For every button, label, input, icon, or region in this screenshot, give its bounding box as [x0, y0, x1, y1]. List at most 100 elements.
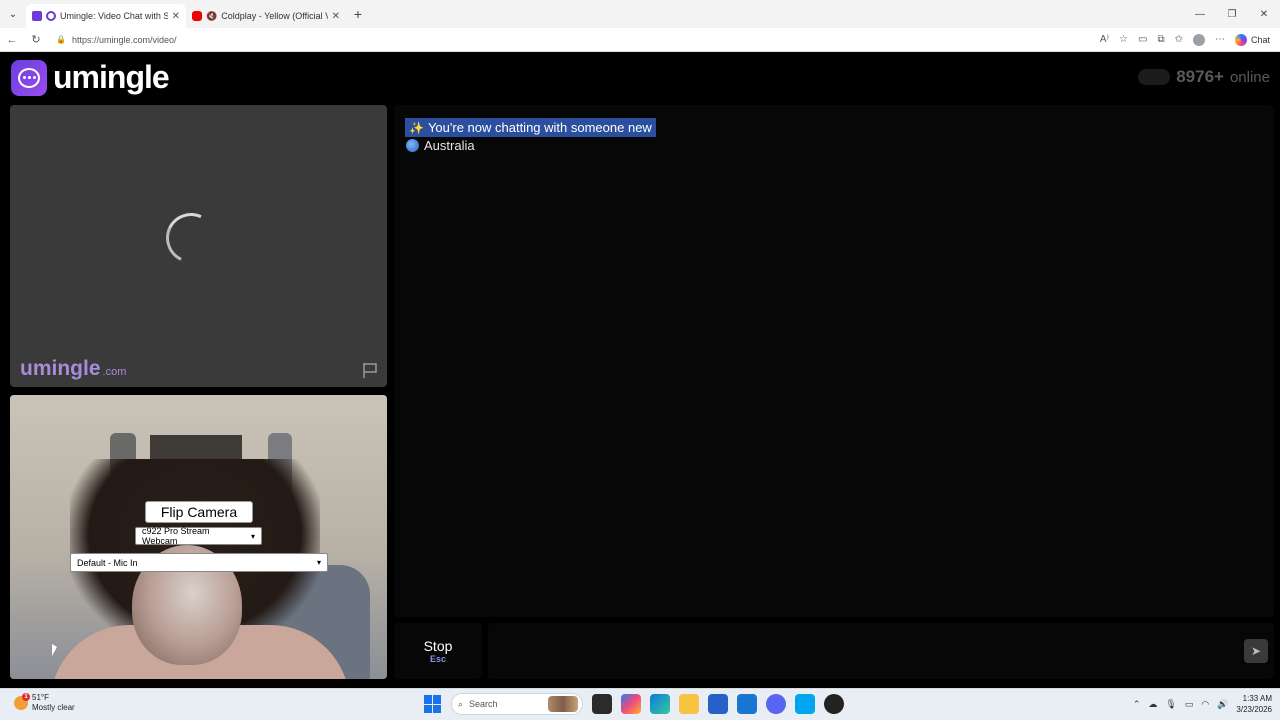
- umingle-favicon-icon: [32, 11, 42, 21]
- camera-select[interactable]: c922 Pro Stream Webcam ▾: [135, 526, 262, 546]
- weather-icon: 1: [14, 693, 30, 710]
- file-explorer-icon[interactable]: [679, 694, 699, 714]
- chat-log[interactable]: ✨ You're now chatting with someone new A…: [394, 105, 1274, 617]
- restore-icon[interactable]: ❐: [1216, 0, 1248, 28]
- wifi-icon[interactable]: ◠: [1201, 699, 1209, 710]
- brand-logo[interactable]: umingle: [11, 59, 170, 96]
- self-video-panel: Flip Camera c922 Pro Stream Webcam ▾ Def…: [10, 395, 387, 679]
- window-controls: — ❐ ✕: [1184, 0, 1280, 28]
- favorite-star-icon[interactable]: ☆: [1119, 34, 1128, 45]
- onedrive-icon[interactable]: ☁: [1148, 699, 1157, 710]
- system-tray: ⌃ ☁ 🎙 ▭ ◠ 🔊 1:33 AM 3/23/2026: [1133, 693, 1272, 715]
- copilot-label: Chat: [1250, 34, 1270, 45]
- profile-avatar[interactable]: [1192, 33, 1205, 46]
- tab-umingle[interactable]: Umingle: Video Chat with Stra ✕: [26, 4, 186, 28]
- weather-widget[interactable]: 1 51°F Mostly clear: [14, 693, 75, 713]
- tab-title: Coldplay - Yellow (Official Vid: [221, 11, 328, 21]
- muted-speaker-icon[interactable]: 🔇: [206, 11, 217, 22]
- site-info-icon[interactable]: 🔒: [56, 35, 66, 44]
- discord-icon[interactable]: [766, 694, 786, 714]
- system-message: ✨ You're now chatting with someone new: [405, 118, 656, 137]
- copilot-app-icon[interactable]: [621, 694, 641, 714]
- tab-coldplay[interactable]: 🔇 Coldplay - Yellow (Official Vid ✕: [186, 4, 346, 28]
- video-watermark: umingle .com: [20, 357, 126, 381]
- favorites-icon[interactable]: ✩: [1175, 34, 1183, 45]
- taskbar-apps: ⌕ Search: [424, 693, 844, 715]
- watermark-domain: .com: [102, 366, 127, 378]
- task-view-icon[interactable]: [592, 694, 612, 714]
- system-message-text: You're now chatting with someone new: [427, 120, 652, 135]
- send-arrow-icon[interactable]: ➤: [1244, 639, 1268, 663]
- chevron-down-icon: ▾: [316, 558, 321, 567]
- youtube-favicon-icon: [192, 11, 202, 21]
- stop-button[interactable]: Stop Esc: [394, 623, 482, 679]
- sparkles-icon: ✨: [409, 120, 424, 135]
- tab-title: Umingle: Video Chat with Stra: [60, 11, 168, 21]
- search-highlight-image: [548, 696, 578, 712]
- minimize-icon[interactable]: —: [1184, 0, 1216, 28]
- clock-time: 1:33 AM: [1242, 694, 1272, 703]
- tab-actions-chevron-icon[interactable]: ⌄: [0, 0, 26, 28]
- extensions-icon[interactable]: ⧉: [1157, 34, 1164, 45]
- copilot-chat-button[interactable]: Chat: [1234, 33, 1270, 46]
- more-menu-icon[interactable]: ⋯: [1215, 34, 1225, 45]
- umingle-page: umingle 8976+ online umingle .com Flip Ca…: [4, 53, 1278, 685]
- camera-select-value: c922 Pro Stream Webcam: [142, 526, 210, 546]
- browser-tab-bar: ⌄ Umingle: Video Chat with Stra ✕ 🔇 Cold…: [0, 0, 1280, 28]
- globe-icon: [406, 139, 419, 152]
- chat-controls: Stop Esc ➤: [394, 623, 1274, 679]
- mic-select-value: Default - Mic In: [77, 557, 138, 568]
- flip-camera-button[interactable]: Flip Camera: [145, 501, 253, 523]
- chat-bubble-logo-icon: [11, 59, 47, 96]
- display-icon[interactable]: ▭: [1185, 699, 1194, 710]
- stop-label: Stop: [423, 638, 453, 654]
- online-count: 8976+: [1176, 67, 1224, 86]
- weather-condition: Mostly clear: [32, 703, 75, 712]
- close-tab-icon[interactable]: ✕: [172, 11, 180, 22]
- location-text: Australia: [424, 138, 475, 153]
- split-screen-icon[interactable]: ▭: [1138, 34, 1147, 45]
- online-label: online: [1229, 68, 1270, 86]
- close-window-icon[interactable]: ✕: [1248, 0, 1280, 28]
- windows-start-icon[interactable]: [424, 695, 442, 713]
- close-tab-icon[interactable]: ✕: [332, 11, 340, 22]
- stranger-video-panel: umingle .com: [10, 105, 387, 387]
- photos-icon[interactable]: [795, 694, 815, 714]
- copilot-icon: [1234, 33, 1247, 46]
- search-icon: ⌕: [458, 698, 464, 709]
- online-toggle[interactable]: [1138, 69, 1171, 85]
- windows-taskbar: 1 51°F Mostly clear ⌕ Search ⌃ ☁ 🎙 ▭ ◠ 🔊…: [0, 688, 1280, 720]
- chevron-up-icon[interactable]: ⌃: [1133, 699, 1141, 710]
- report-flag-icon[interactable]: [361, 361, 379, 379]
- microphone-icon[interactable]: 🎙: [1165, 699, 1176, 710]
- address-actions: A⁾ ☆ ▭ ⧉ ✩ ⋯ Chat: [1100, 33, 1280, 46]
- temperature: 51°F: [32, 693, 49, 702]
- recording-indicator-icon: [46, 11, 56, 21]
- outlook-icon[interactable]: [737, 694, 757, 714]
- stop-shortcut: Esc: [429, 654, 446, 664]
- back-arrow-icon[interactable]: ←: [0, 34, 24, 46]
- chevron-down-icon: ▾: [250, 531, 255, 541]
- address-bar-row: ← ↻ 🔒 https://umingle.com/video/ A⁾ ☆ ▭ …: [0, 28, 1280, 52]
- new-tab-button[interactable]: +: [346, 6, 370, 22]
- brand-name: umingle: [53, 59, 170, 95]
- loading-spinner-icon: [158, 205, 224, 271]
- refresh-icon[interactable]: ↻: [24, 33, 48, 46]
- clock[interactable]: 1:33 AM 3/23/2026: [1236, 693, 1272, 715]
- store-icon[interactable]: [708, 694, 728, 714]
- url-field[interactable]: 🔒 https://umingle.com/video/: [56, 35, 1100, 45]
- search-placeholder: Search: [469, 699, 498, 709]
- message-input[interactable]: ➤: [488, 623, 1274, 679]
- mouse-cursor-icon: [52, 644, 57, 656]
- obs-icon[interactable]: [824, 694, 844, 714]
- edge-icon[interactable]: [650, 694, 670, 714]
- read-aloud-icon[interactable]: A⁾: [1100, 34, 1109, 45]
- microphone-select[interactable]: Default - Mic In ▾: [70, 553, 328, 572]
- url-text: https://umingle.com/video/: [71, 34, 177, 45]
- online-indicator: 8976+ online: [1138, 67, 1270, 87]
- stranger-location: Australia: [406, 138, 475, 153]
- watermark-brand: umingle: [20, 357, 101, 380]
- taskbar-search[interactable]: ⌕ Search: [451, 693, 583, 715]
- volume-icon[interactable]: 🔊: [1217, 699, 1228, 710]
- clock-date: 3/23/2026: [1236, 705, 1272, 714]
